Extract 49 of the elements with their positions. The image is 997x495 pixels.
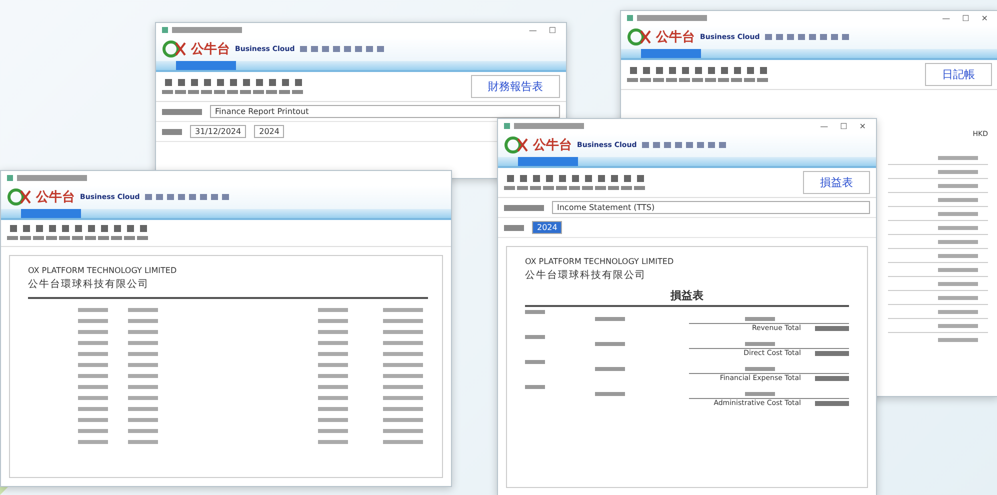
logo-icon xyxy=(627,27,651,47)
window-control[interactable]: ✕ xyxy=(855,122,870,130)
active-tab[interactable] xyxy=(21,209,81,218)
window-title-drawing xyxy=(172,27,242,33)
window-control[interactable]: ✕ xyxy=(977,14,992,22)
report-title: 日記帳 xyxy=(925,63,992,86)
logo-icon xyxy=(162,39,186,59)
app-icon xyxy=(162,27,168,33)
logo-text: 公牛台 xyxy=(656,29,695,46)
app-icon xyxy=(7,175,13,181)
window-control[interactable]: — xyxy=(816,122,832,130)
date-field[interactable]: 31/12/2024 xyxy=(190,125,246,138)
report-title: 損益表 xyxy=(803,171,870,194)
window-control[interactable]: — xyxy=(938,14,954,22)
window-control[interactable]: ☐ xyxy=(544,26,560,34)
window-control[interactable]: — xyxy=(524,26,541,34)
field-label-drawing xyxy=(504,204,544,210)
report-title: 財務報告表 xyxy=(471,75,560,98)
company-name: OX PLATFORM TECHNOLOGY LIMITED xyxy=(28,266,178,275)
active-tab[interactable] xyxy=(641,49,701,58)
logo-text: 公牛台 xyxy=(191,41,230,58)
field-label-drawing xyxy=(162,128,182,134)
window-title-drawing xyxy=(17,175,87,181)
field-label-drawing xyxy=(504,224,524,230)
window-control[interactable]: ☐ xyxy=(836,122,852,130)
logo-text: 公牛台 xyxy=(533,137,572,154)
year-field[interactable]: 2024 xyxy=(532,221,562,234)
logo-icon xyxy=(504,135,528,155)
year-field[interactable]: 2024 xyxy=(254,125,284,138)
window-control[interactable]: ☐ xyxy=(958,14,974,22)
active-tab[interactable] xyxy=(518,157,578,166)
window-title-drawing xyxy=(514,123,584,129)
logo-text: 公牛台 xyxy=(36,189,75,206)
statement-title: 損益表 xyxy=(525,288,849,307)
company-name: OX PLATFORM TECHNOLOGY LIMITED xyxy=(525,257,675,266)
window-title-drawing xyxy=(637,15,707,21)
app-icon xyxy=(504,123,510,129)
total-amount-drawing xyxy=(815,326,849,330)
field-label-drawing xyxy=(162,108,202,114)
company-name-chinese: 公牛台環球科技有限公司 xyxy=(28,278,150,291)
report-name-field[interactable]: Finance Report Printout xyxy=(210,105,560,118)
total-amount-drawing xyxy=(815,400,849,406)
app-icon xyxy=(627,15,633,21)
logo-icon xyxy=(7,187,31,207)
total-amount-drawing xyxy=(815,376,849,380)
report-name-field[interactable]: Income Statement (TTS) xyxy=(552,201,870,214)
active-tab[interactable] xyxy=(176,61,236,70)
company-name-chinese: 公牛台環球科技有限公司 xyxy=(525,268,647,282)
total-amount-drawing xyxy=(815,350,849,356)
